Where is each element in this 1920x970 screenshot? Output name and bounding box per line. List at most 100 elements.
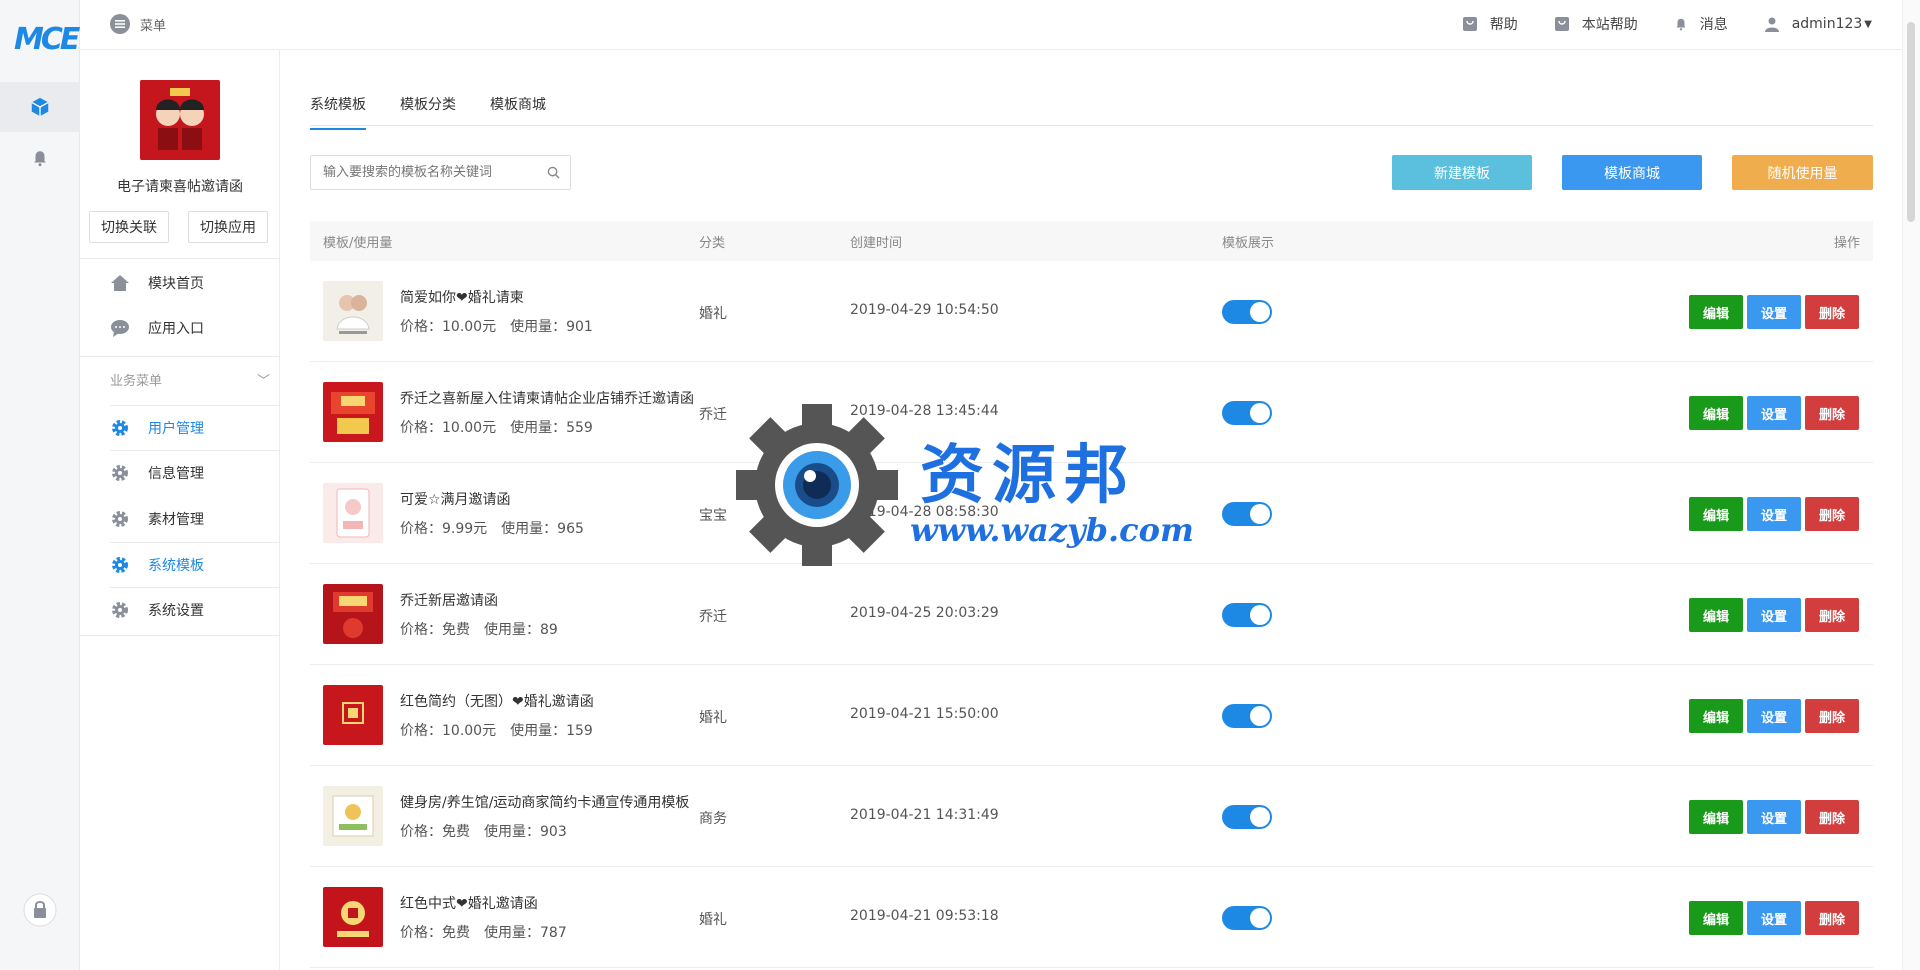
usage-value: 559	[566, 420, 593, 436]
price-label: 价格：	[400, 521, 442, 537]
usage-value: 159	[566, 723, 593, 739]
sidebar-item-material-management[interactable]: 素材管理	[110, 499, 280, 539]
edit-button[interactable]: 编辑	[1689, 901, 1743, 935]
template-meta: 价格：10.00元 使用量：901	[400, 316, 593, 336]
tab-template-mall[interactable]: 模板商城	[490, 94, 546, 128]
delete-button[interactable]: 删除	[1805, 598, 1859, 632]
edit-button[interactable]: 编辑	[1689, 497, 1743, 531]
bell-icon	[1676, 18, 1686, 31]
sidebar-item-label: 信息管理	[148, 466, 204, 482]
switch-link-button[interactable]: 切换关联	[89, 211, 169, 243]
divider	[80, 258, 280, 259]
delete-button[interactable]: 删除	[1805, 396, 1859, 430]
search-input[interactable]	[311, 156, 531, 189]
settings-button[interactable]: 设置	[1747, 800, 1801, 834]
rail-item-bell[interactable]	[0, 133, 80, 183]
sidebar-item-label: 用户管理	[148, 421, 204, 437]
settings-button[interactable]: 设置	[1747, 901, 1801, 935]
lock-icon	[23, 893, 57, 927]
divider	[110, 587, 280, 588]
template-name: 可爱☆满月邀请函	[400, 492, 511, 508]
usage-value: 787	[540, 925, 567, 941]
template-created: 2019-04-25 20:03:29	[850, 605, 999, 621]
settings-button[interactable]: 设置	[1747, 598, 1801, 632]
search-icon[interactable]	[547, 166, 560, 179]
business-menu-section[interactable]: 业务菜单 ﹀	[110, 370, 270, 389]
template-category: 婚礼	[699, 912, 727, 928]
rail-item-lock[interactable]	[0, 885, 80, 935]
sidebar-item-module-home[interactable]: 模块首页	[110, 263, 280, 303]
edit-button[interactable]: 编辑	[1689, 699, 1743, 733]
delete-button[interactable]: 删除	[1805, 497, 1859, 531]
display-toggle[interactable]	[1222, 603, 1272, 627]
edit-button[interactable]: 编辑	[1689, 396, 1743, 430]
delete-button[interactable]: 删除	[1805, 901, 1859, 935]
tab-system-templates[interactable]: 系统模板	[310, 94, 366, 130]
user-name: admin123	[1791, 16, 1863, 32]
usage-label: 使用量：	[510, 420, 567, 436]
usage-label: 使用量：	[501, 521, 558, 537]
sidebar-item-system-templates[interactable]: 系统模板	[110, 545, 280, 585]
tab-template-categories[interactable]: 模板分类	[400, 94, 456, 128]
template-thumbnail	[323, 685, 383, 745]
delete-button[interactable]: 删除	[1805, 800, 1859, 834]
sidebar-item-user-management[interactable]: 用户管理	[110, 408, 280, 448]
divider	[110, 450, 280, 451]
switch-app-button[interactable]: 切换应用	[188, 211, 268, 243]
sidebar-item-system-settings[interactable]: 系统设置	[110, 590, 280, 630]
edit-button[interactable]: 编辑	[1689, 295, 1743, 329]
template-category: 商务	[699, 811, 727, 827]
display-toggle[interactable]	[1222, 906, 1272, 930]
template-mall-button[interactable]: 模板商城	[1562, 155, 1702, 190]
delete-button[interactable]: 删除	[1805, 295, 1859, 329]
icon-rail: MCE	[0, 0, 80, 970]
template-created: 2019-04-28 13:45:44	[850, 403, 999, 419]
help-link[interactable]: 帮助	[1462, 14, 1518, 34]
site-help-link[interactable]: 本站帮助	[1554, 14, 1638, 34]
template-meta: 价格：9.99元 使用量：965	[400, 518, 584, 538]
edit-button[interactable]: 编辑	[1689, 800, 1743, 834]
settings-button[interactable]: 设置	[1747, 396, 1801, 430]
gear-icon	[112, 602, 128, 618]
template-created: 2019-04-21 14:31:49	[850, 807, 999, 823]
display-toggle[interactable]	[1222, 805, 1272, 829]
template-name: 简爱如你❤婚礼请柬	[400, 290, 524, 306]
user-menu[interactable]: admin123 ▼	[1764, 16, 1872, 32]
display-toggle[interactable]	[1222, 704, 1272, 728]
gear-icon	[112, 420, 128, 436]
usage-value: 901	[566, 319, 593, 335]
chevron-down-icon: ﹀	[256, 374, 270, 389]
random-usage-button[interactable]: 随机使用量	[1732, 155, 1873, 190]
template-thumbnail	[323, 281, 383, 341]
settings-button[interactable]: 设置	[1747, 699, 1801, 733]
rail-item-cube[interactable]	[0, 82, 80, 132]
settings-button[interactable]: 设置	[1747, 497, 1801, 531]
template-thumbnail	[323, 786, 383, 846]
scrollbar-thumb[interactable]	[1907, 22, 1915, 222]
col-created: 创建时间	[850, 236, 903, 251]
delete-button[interactable]: 删除	[1805, 699, 1859, 733]
cube-icon	[31, 97, 49, 117]
settings-button[interactable]: 设置	[1747, 295, 1801, 329]
new-template-button[interactable]: 新建模板	[1392, 155, 1532, 190]
edit-button[interactable]: 编辑	[1689, 598, 1743, 632]
tab-bar: 系统模板 模板分类 模板商城	[310, 80, 1873, 130]
messages-link[interactable]: 消息	[1674, 14, 1728, 34]
usage-label: 使用量：	[484, 622, 540, 638]
display-toggle[interactable]	[1222, 300, 1272, 324]
menu-toggle[interactable]: 菜单	[110, 14, 166, 34]
divider	[110, 542, 280, 543]
template-name: 红色中式❤婚礼邀请函	[400, 896, 538, 912]
template-created: 2019-04-21 15:50:00	[850, 706, 999, 722]
display-toggle[interactable]	[1222, 401, 1272, 425]
sidebar-item-app-entry[interactable]: 应用入口	[110, 308, 280, 348]
page-scrollbar[interactable]	[1902, 0, 1920, 970]
logo[interactable]: MCE	[14, 22, 80, 62]
template-created: 2019-04-21 09:53:18	[850, 908, 999, 924]
price-label: 价格：	[400, 420, 442, 436]
display-toggle[interactable]	[1222, 502, 1272, 526]
sidebar-item-info-management[interactable]: 信息管理	[110, 453, 280, 493]
section-label: 业务菜单	[110, 374, 163, 389]
price-value: 免费	[442, 925, 470, 941]
table-row: 简爱如你❤婚礼请柬 价格：10.00元 使用量：901 婚礼 2019-04-29…	[310, 261, 1873, 362]
